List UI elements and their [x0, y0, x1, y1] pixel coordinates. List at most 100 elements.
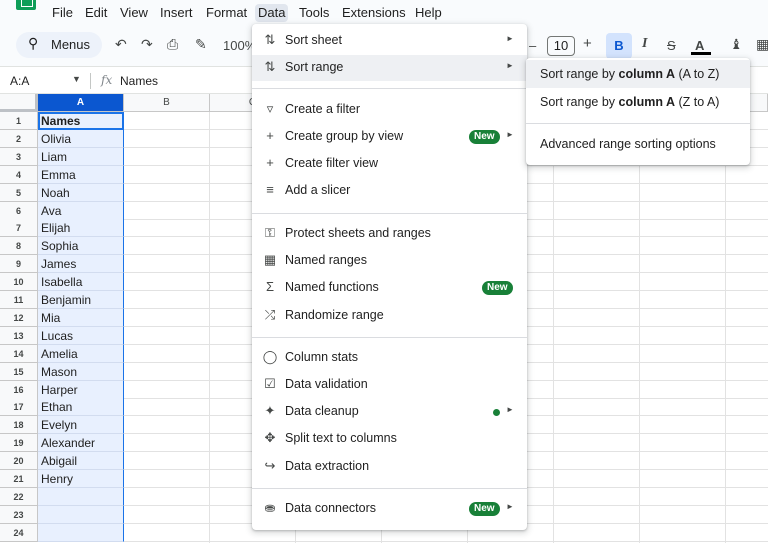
menu-help[interactable]: Help	[412, 4, 445, 22]
cell-a[interactable]: Liam	[38, 147, 124, 166]
menu-extensions[interactable]: Extensions	[339, 4, 409, 22]
row-header[interactable]: 13	[0, 326, 38, 345]
font-size-input[interactable]: 10	[547, 36, 575, 56]
cell-a[interactable]	[38, 523, 124, 542]
menu-item-data-extraction[interactable]: ↪ Data extraction	[252, 454, 527, 480]
row-header[interactable]: 21	[0, 470, 38, 488]
menu-view[interactable]: View	[117, 4, 151, 22]
bold-button[interactable]: B	[606, 33, 632, 59]
row-header[interactable]: 8	[0, 237, 38, 256]
menu-separator	[252, 488, 527, 489]
cell-a[interactable]	[38, 487, 124, 506]
row-header[interactable]: 15	[0, 362, 38, 381]
menu-edit[interactable]: Edit	[82, 4, 110, 22]
row-header[interactable]: 24	[0, 523, 38, 542]
formula-input[interactable]: Names	[120, 74, 158, 88]
row-header[interactable]: 10	[0, 273, 38, 292]
menu-item-named-ranges[interactable]: ▦ Named ranges	[252, 248, 527, 274]
menu-item-sort-a-to-z[interactable]: Sort range by column A (A to Z)	[526, 60, 750, 88]
cell-a[interactable]: Amelia	[38, 344, 124, 363]
search-menus-button[interactable]: ⚲ Menus	[16, 32, 102, 58]
menu-tools[interactable]: Tools	[296, 4, 332, 22]
menu-item-split-text[interactable]: ✥ Split text to columns	[252, 426, 527, 452]
row-header[interactable]: 5	[0, 183, 38, 202]
column-header-b[interactable]: B	[124, 94, 210, 112]
cell-a[interactable]: Emma	[38, 165, 124, 184]
row-header[interactable]: 23	[0, 505, 38, 524]
menu-item-protect-sheets[interactable]: ⚿ Protect sheets and ranges	[252, 221, 527, 247]
cell-a[interactable]: Harper	[38, 380, 124, 399]
menu-item-create-group-by-view[interactable]: + Create group by view New ►	[252, 124, 527, 150]
row-header[interactable]: 6	[0, 201, 38, 220]
name-box[interactable]: A:A	[10, 74, 29, 88]
row-header[interactable]: 14	[0, 344, 38, 363]
print-icon[interactable]: ⎙	[167, 36, 178, 53]
undo-icon[interactable]: ↶	[115, 36, 127, 53]
paint-format-icon[interactable]: ✎	[195, 36, 207, 53]
cell-a[interactable]: Names	[38, 112, 124, 130]
row-header[interactable]: 22	[0, 487, 38, 506]
menu-item-data-cleanup[interactable]: ✦ Data cleanup ►	[252, 399, 527, 425]
cell-a[interactable]: Alexander	[38, 434, 124, 453]
italic-button[interactable]: I	[642, 36, 647, 52]
menu-item-label: Named functions	[285, 280, 379, 294]
menu-item-named-functions[interactable]: Σ Named functions New	[252, 275, 527, 301]
row-header[interactable]: 7	[0, 219, 38, 238]
row-header[interactable]: 4	[0, 165, 38, 184]
menu-insert[interactable]: Insert	[157, 4, 196, 22]
row-header[interactable]: 12	[0, 308, 38, 327]
menu-item-advanced-sorting[interactable]: Advanced range sorting options	[526, 130, 750, 158]
row-header[interactable]: 1	[0, 112, 38, 130]
row-header[interactable]: 2	[0, 129, 38, 148]
menu-item-add-slicer[interactable]: ≡ Add a slicer	[252, 178, 527, 204]
redo-icon[interactable]: ↷	[141, 36, 153, 53]
row-header[interactable]: 18	[0, 416, 38, 435]
cell-a[interactable]: Mia	[38, 308, 124, 327]
magic-wand-icon: ✦	[264, 403, 276, 418]
cell-a[interactable]: Lucas	[38, 326, 124, 345]
strikethrough-button[interactable]: S	[667, 38, 676, 53]
cell-a[interactable]: Mason	[38, 362, 124, 381]
menu-item-randomize-range[interactable]: ⤮ Randomize range	[252, 303, 527, 329]
row-header[interactable]: 19	[0, 434, 38, 453]
cell-a[interactable]: Olivia	[38, 129, 124, 148]
select-all-corner[interactable]	[0, 94, 38, 112]
row-header[interactable]: 17	[0, 398, 38, 417]
cell-a[interactable]: Ava	[38, 201, 124, 220]
text-color-button[interactable]: A	[695, 38, 704, 53]
cell-a[interactable]: Evelyn	[38, 416, 124, 435]
row-header[interactable]: 20	[0, 452, 38, 471]
menu-item-sort-range[interactable]: ⇅ Sort range ►	[252, 55, 527, 81]
cell-a[interactable]: Isabella	[38, 273, 124, 292]
menu-item-column-stats[interactable]: ◯ Column stats	[252, 345, 527, 371]
cell-a[interactable]: Abigail	[38, 452, 124, 471]
cell-a[interactable]	[38, 505, 124, 524]
cell-a[interactable]: Henry	[38, 470, 124, 488]
cell-a[interactable]: Ethan	[38, 398, 124, 417]
cell-a[interactable]: Noah	[38, 183, 124, 202]
row-header[interactable]: 11	[0, 291, 38, 309]
menu-item-sort-sheet[interactable]: ⇅ Sort sheet ►	[252, 28, 527, 54]
fill-color-icon[interactable]: ♝	[730, 36, 743, 53]
cell-a[interactable]: James	[38, 255, 124, 274]
row-header[interactable]: 3	[0, 147, 38, 166]
menu-item-create-filter[interactable]: ▿ Create a filter	[252, 97, 527, 123]
menu-item-data-validation[interactable]: ☑ Data validation	[252, 372, 527, 398]
cell-a[interactable]: Benjamin	[38, 291, 124, 309]
column-header-a[interactable]: A	[38, 94, 124, 112]
row-header[interactable]: 16	[0, 380, 38, 399]
menu-item-sort-z-to-a[interactable]: Sort range by column A (Z to A)	[526, 88, 750, 116]
row-header[interactable]: 9	[0, 255, 38, 274]
borders-icon[interactable]: ▦	[756, 36, 768, 53]
cell-a[interactable]: Sophia	[38, 237, 124, 256]
cell-a[interactable]: Elijah	[38, 219, 124, 238]
menu-item-create-filter-view[interactable]: + Create filter view	[252, 151, 527, 177]
decrease-font-size-button[interactable]: –	[529, 38, 536, 53]
chevron-down-icon[interactable]: ▼	[72, 74, 81, 84]
menu-format[interactable]: Format	[203, 4, 250, 22]
increase-font-size-button[interactable]: +	[583, 35, 592, 52]
menu-data[interactable]: Data	[255, 4, 289, 22]
sheets-logo-icon[interactable]	[16, 0, 36, 10]
menu-item-data-connectors[interactable]: ⛂ Data connectors New ►	[252, 496, 527, 522]
menu-file[interactable]: File	[49, 4, 76, 22]
